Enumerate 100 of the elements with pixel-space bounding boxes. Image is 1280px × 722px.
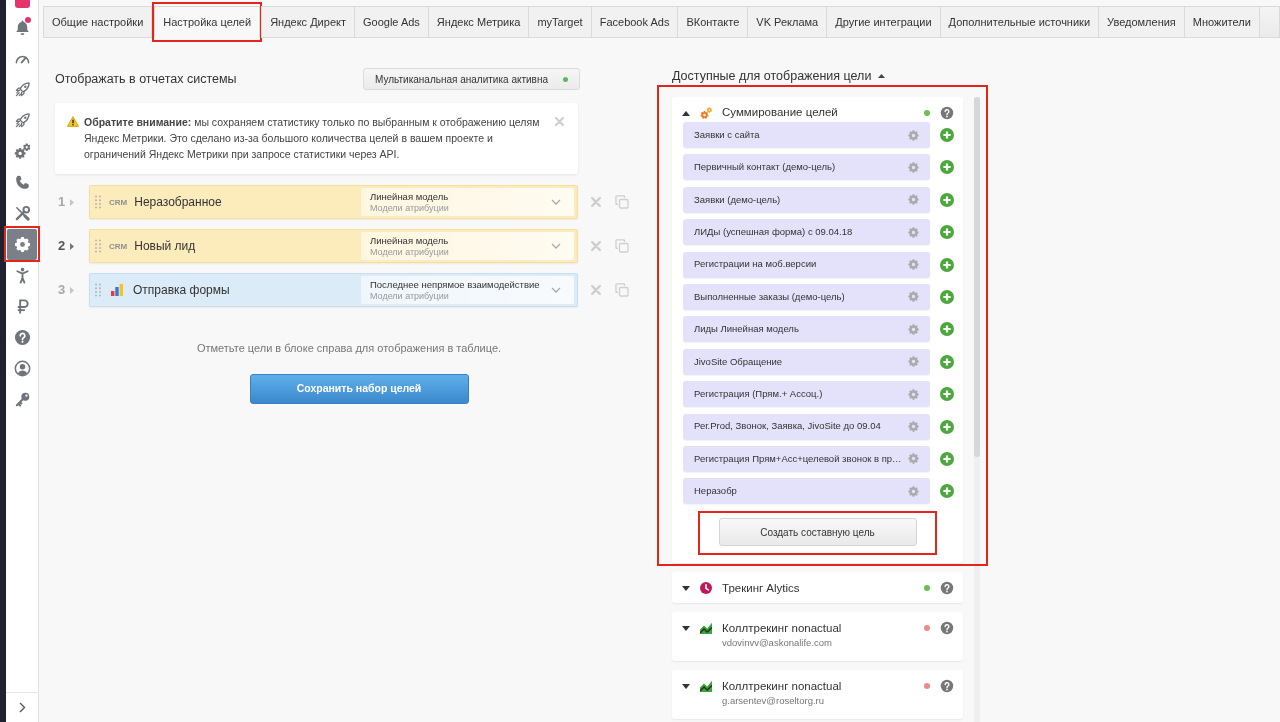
caret-down-icon[interactable] [682,683,690,689]
source-label: CRM [109,197,128,207]
settings-icon[interactable] [908,356,919,368]
rocket-icon [13,81,31,98]
tab[interactable]: myTarget [528,6,592,38]
source-label: CRM [109,241,128,251]
goal-name: Отправка формы [133,282,230,299]
add-icon[interactable] [940,484,954,499]
source-title: Трекинг Alytics [722,580,800,596]
source-account: g.arsentev@roseltorg.ru [722,694,825,709]
source-title: Суммирование целей [722,105,838,121]
source-title: Коллтрекинг nonactual [722,678,842,694]
status-button[interactable]: Мультиканальная аналитика активна [363,68,580,90]
attribution-select[interactable]: Последнее непрямое взаимодействие Модели атрибуции [361,276,574,304]
caret-down-icon[interactable] [682,585,690,591]
tab[interactable]: Уведомления [1098,6,1185,38]
add-icon[interactable] [940,354,954,369]
chevron-down-icon [551,199,561,205]
settings-icon[interactable] [908,226,919,238]
warning-icon [67,116,79,127]
add-icon[interactable] [940,225,954,240]
goal-item[interactable]: Регистрации на моб.версии [683,251,930,278]
add-icon[interactable] [940,192,954,207]
section-title: Доступные для отображения цели [672,67,872,85]
goal-item[interactable]: Лиды Линейная модель [683,316,930,343]
rocket-icon [13,112,31,129]
settings-icon[interactable] [908,323,919,335]
goal-item[interactable]: ЛИДы (успешная форма) с 09.04.18 [683,219,930,246]
help-icon[interactable] [940,679,954,694]
close-icon[interactable] [555,117,564,126]
goal-item[interactable]: Заявки с сайта [683,122,930,148]
person-icon [13,267,31,284]
tab[interactable]: Яндекс Директ [261,6,355,38]
row-number: 1 [58,193,66,212]
goal-item[interactable]: Регистрация (Прям.+ Ассоц.) [683,381,930,408]
tab[interactable]: Дополнительные источники [939,6,1100,38]
settings-icon[interactable] [908,194,919,206]
drag-handle-icon[interactable] [95,239,101,253]
goal-item[interactable]: Заявки (демо-цель) [683,186,930,213]
add-icon[interactable] [940,387,954,402]
drag-handle-icon[interactable] [95,283,101,297]
add-icon[interactable] [940,128,954,142]
goal-item[interactable]: Первичный контакт (демо-цель) [683,154,930,181]
attribution-select[interactable]: Линейная модель Модели атрибуции [361,232,574,260]
clock-icon [700,582,712,595]
caret-right-icon[interactable] [70,242,75,250]
tab[interactable]: Google Ads [354,6,429,38]
tab[interactable]: Множители [1183,6,1260,38]
settings-icon[interactable] [908,388,919,400]
section-title: Отображать в отчетах системы [55,70,237,88]
help-icon[interactable] [940,621,954,636]
row-number: 3 [58,281,66,300]
add-icon[interactable] [940,322,954,337]
help-icon[interactable] [940,581,954,596]
chart-icon [700,622,712,635]
tab[interactable]: Настройка целей [154,6,261,38]
phone-icon [13,174,31,191]
settings-icon[interactable] [908,161,919,173]
caret-down-icon[interactable] [682,625,690,631]
settings-icon[interactable] [908,485,919,497]
tab-bar-background [1258,6,1280,38]
tab[interactable]: Другие интеграции [826,6,941,38]
tab[interactable]: VK Реклама [747,6,828,38]
goal-item[interactable]: JivoSite Обращение [683,348,930,375]
goal-item[interactable]: Выполненные заказы (демо-цель) [683,283,930,310]
goal-item[interactable]: Рег.Prod, Звонок, Заявка, JivoSite до 09.04 [683,413,930,440]
create-goal-button[interactable]: Создать составную цель [718,518,917,547]
add-icon[interactable] [940,419,954,434]
add-icon[interactable] [940,289,954,304]
settings-icon[interactable] [908,453,919,465]
tab[interactable]: Facebook Ads [590,6,679,38]
attribution-select[interactable]: Линейная модель Модели атрибуции [361,188,574,216]
help-icon[interactable] [940,106,954,120]
key-icon [13,391,31,408]
gears-icon [700,107,712,119]
add-icon[interactable] [940,451,954,466]
add-icon[interactable] [940,257,954,272]
gears-icon [13,143,31,160]
goal-name: Неразобранное [134,194,222,211]
hint-text: Отметьте цели в блоке справа для отображения в таблице. [196,341,502,355]
settings-icon[interactable] [908,291,919,303]
add-icon[interactable] [940,160,954,175]
goal-item[interactable]: Неразобр [683,478,930,505]
drag-handle-icon[interactable] [95,195,101,209]
settings-icon[interactable] [908,259,919,271]
tab[interactable]: Яндекс Метрика [427,6,530,38]
settings-icon [13,236,31,253]
source-title: Коллтрекинг nonactual [722,620,842,636]
settings-icon[interactable] [908,421,919,432]
tools-icon [13,205,31,222]
tab[interactable]: ВКонтакте [677,6,749,38]
chevron-right-icon[interactable] [18,702,26,713]
scrollbar-thumb[interactable] [974,97,980,457]
goal-item[interactable]: Регистрация Прям+Асс+целевой звонок в пр… [683,445,930,472]
caret-up-icon[interactable] [878,74,886,78]
bar-chart-icon [111,284,123,296]
goal-name: Новый лид [134,238,196,255]
tab[interactable]: Общие настройки [43,6,153,38]
caret-up-icon[interactable] [682,110,690,116]
settings-icon[interactable] [908,129,919,141]
